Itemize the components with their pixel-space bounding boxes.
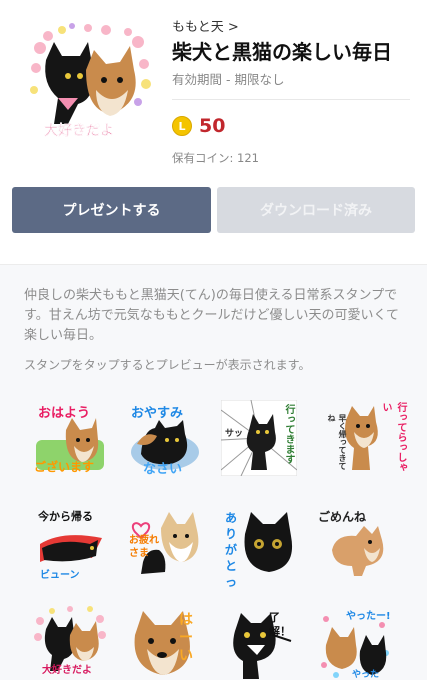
main-sticker-caption: 大好きだよ (44, 123, 114, 139)
sticker-item[interactable]: お疲れさま (127, 504, 203, 580)
sticker-item[interactable]: はーい (127, 605, 203, 680)
sticker-item[interactable]: 大好きだよ (32, 605, 108, 680)
sticker-text: ございます (34, 460, 95, 474)
sticker-item[interactable]: 今から帰る ビューン (32, 504, 108, 581)
divider (172, 99, 410, 100)
sticker-item[interactable]: 早く帰ってきてね 行ってらっしゃい (316, 400, 406, 476)
sticker-item[interactable]: おはよう ございます (32, 400, 108, 476)
sticker-text: ありがとっ (225, 511, 238, 589)
preview-hint: スタンプをタップするとプレビューが表示されます。 (24, 358, 311, 372)
sticker-text: なさい (143, 462, 183, 477)
description-text: 仲良しの柴犬ももと黒猫天(てん)の毎日使える日常系スタンプです。甘えん坊で元気な… (24, 288, 400, 343)
validity-period: 有効期間 - 期限なし (172, 72, 285, 87)
sticker-text: 行ってらっしゃい (380, 402, 406, 472)
sticker-text: お疲れさま (129, 535, 159, 559)
owned-coins: 保有コイン: 121 (172, 151, 259, 165)
sticker-text: 了解！ (269, 611, 291, 638)
sticker-text: おはよう (38, 406, 91, 421)
download-button[interactable]: ダウンロード済み (217, 187, 415, 233)
content-area: 仲良しの柴犬ももと黒猫天(てん)の毎日使える日常系スタンプです。甘えん坊で元気な… (0, 265, 427, 680)
present-button[interactable]: プレゼントする (12, 187, 211, 233)
sticker-item[interactable]: ありがとっ (221, 504, 297, 589)
sticker-text: 大好きだよ (42, 665, 92, 676)
sticker-text: ごめんね (318, 510, 367, 524)
sticker-item[interactable]: サッ 行ってきます (220, 399, 298, 477)
coin-icon: L (172, 116, 192, 136)
sticker-text: やったー! (346, 611, 391, 622)
sticker-text: 早く帰ってきてね (327, 414, 347, 470)
sticker-text: はーい (179, 612, 193, 664)
sticker-text: ビューン (40, 570, 80, 581)
sticker-item[interactable]: ごめんね (316, 504, 392, 580)
sticker-text: おやすみ (131, 406, 184, 421)
sticker-item[interactable]: 了解！ (221, 605, 297, 680)
sticker-item[interactable]: やったー! やったー! (316, 605, 392, 680)
sticker-text: やったー! (352, 670, 380, 680)
sticker-text: 行ってきます (283, 404, 294, 464)
price-row: L 50 (172, 114, 225, 138)
sticker-text: サッ (225, 429, 244, 439)
sticker-title: 柴犬と黒猫の楽しい毎日 (172, 40, 392, 64)
price-value: 50 (199, 115, 226, 137)
sticker-item[interactable]: おやすみ なさい (127, 400, 203, 477)
sticker-text: 今から帰る (38, 510, 93, 523)
author-link[interactable]: ももと天 > (172, 16, 239, 35)
product-header: 大好きだよ ももと天 > 柴犬と黒猫の楽しい毎日 有効期間 - 期限なし L 5… (0, 0, 427, 258)
